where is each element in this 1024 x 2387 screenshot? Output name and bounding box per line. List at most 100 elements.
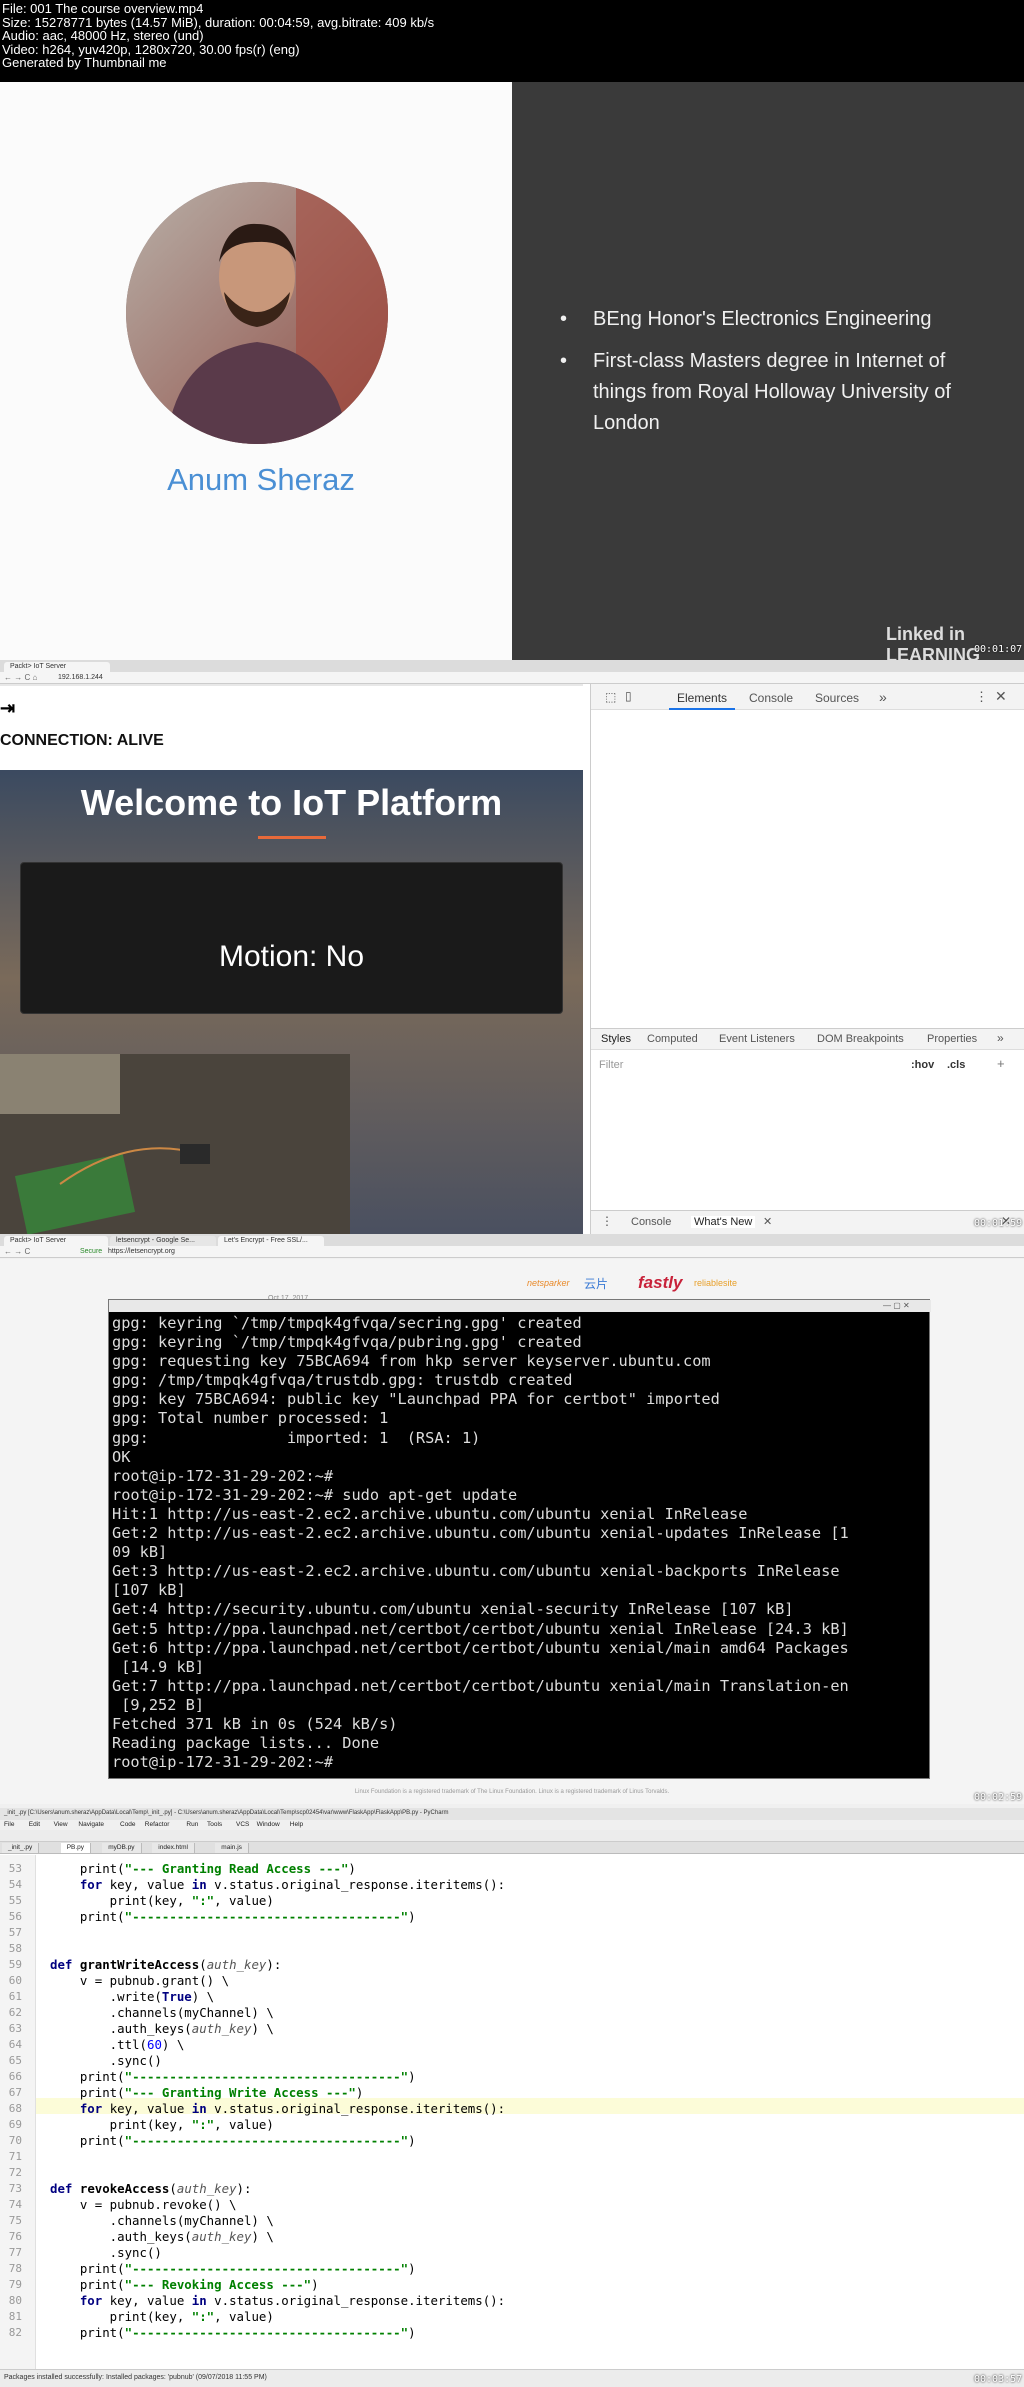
code-line[interactable]: .write(True) \ bbox=[50, 1989, 214, 2005]
sponsor-reliablesite[interactable]: reliablesite bbox=[694, 1278, 737, 1288]
code-line[interactable]: print("---------------------------------… bbox=[50, 2133, 416, 2149]
code-line[interactable]: print("--- Granting Write Access ---") bbox=[50, 2085, 364, 2101]
menu-item[interactable]: Window bbox=[257, 1821, 280, 1828]
menu-item[interactable]: View bbox=[54, 1821, 68, 1828]
browser-tab[interactable]: Packt> IoT Server bbox=[4, 662, 110, 672]
code-line[interactable]: print("---------------------------------… bbox=[50, 2069, 416, 2085]
menu-item[interactable]: Help bbox=[290, 1821, 303, 1828]
nav-arrows-icon[interactable]: ← → C ⌂ bbox=[4, 673, 37, 682]
line-number: 53 bbox=[8, 1862, 22, 1875]
styles-tab[interactable]: Styles bbox=[601, 1033, 631, 1045]
terminal-titlebar: — ▢ ✕ bbox=[109, 1300, 931, 1312]
browser-tab-strip: Packt> IoT Server bbox=[0, 660, 1024, 672]
code-line[interactable]: print("---------------------------------… bbox=[50, 2325, 416, 2341]
code-line[interactable]: for key, value in v.status.original_resp… bbox=[50, 1877, 505, 1893]
menu-item[interactable]: Tools bbox=[207, 1821, 222, 1828]
code-line[interactable]: print("---------------------------------… bbox=[50, 2261, 416, 2277]
file-tab[interactable]: index.html bbox=[152, 1843, 195, 1853]
code-line[interactable]: .sync() bbox=[50, 2053, 162, 2069]
hov-toggle[interactable]: :hov bbox=[911, 1059, 934, 1071]
devtools-tab-elements[interactable]: Elements bbox=[677, 691, 727, 705]
file-tab[interactable]: _init_.py bbox=[2, 1843, 40, 1853]
code-line[interactable]: v = pubnub.grant() \ bbox=[50, 1973, 229, 1989]
terminal-line: Reading package lists... Done bbox=[112, 1734, 380, 1753]
terminal-line: root@ip-172-31-29-202:~# bbox=[112, 1466, 334, 1485]
code-line[interactable]: v = pubnub.revoke() \ bbox=[50, 2197, 237, 2213]
line-number: 61 bbox=[8, 1990, 22, 2003]
properties-tab[interactable]: Properties bbox=[927, 1033, 977, 1045]
code-line[interactable]: print(key, ":", value) bbox=[50, 2309, 274, 2325]
code-line[interactable]: .sync() bbox=[50, 2245, 162, 2261]
terminal-line: root@ip-172-31-29-202:~# bbox=[112, 1753, 343, 1772]
terminal-line: Get:6 http://ppa.launchpad.net/certbot/c… bbox=[112, 1638, 849, 1657]
add-rule-icon[interactable]: + bbox=[997, 1056, 1005, 1071]
code-line[interactable]: .auth_keys(auth_key) \ bbox=[50, 2021, 274, 2037]
code-line[interactable]: print(key, ":", value) bbox=[50, 1893, 274, 1909]
inspect-icon[interactable]: ⬚ bbox=[605, 690, 616, 704]
drawer-tab-console[interactable]: Console bbox=[631, 1216, 671, 1228]
code-line[interactable]: .channels(myChannel) \ bbox=[50, 2213, 274, 2229]
close-tab-icon[interactable]: ✕ bbox=[763, 1215, 772, 1228]
line-number: 67 bbox=[8, 2086, 22, 2099]
code-line[interactable]: .ttl(60) \ bbox=[50, 2037, 185, 2053]
drawer-tab-whats-new[interactable]: What's New bbox=[691, 1216, 756, 1228]
styles-filter-input[interactable]: Filter bbox=[599, 1059, 623, 1071]
drawer-menu-icon[interactable]: ⋮ bbox=[601, 1214, 613, 1228]
device-toggle-icon[interactable]: ▯ bbox=[625, 689, 632, 703]
ide-menu-bar: File Edit View Navigate Code Refactor Run Tools… bbox=[0, 1820, 1024, 1830]
iot-page: ⇥ CONNECTION: ALIVE Welcome to IoT Platf… bbox=[0, 684, 583, 1234]
code-line[interactable]: def revokeAccess(auth_key): bbox=[50, 2181, 251, 2197]
active-tab-underline bbox=[669, 708, 735, 710]
menu-item[interactable]: Edit bbox=[29, 1821, 40, 1828]
video-line: Video: h264, yuv420p, 1280x720, 30.00 fp… bbox=[2, 41, 300, 57]
code-line[interactable]: .channels(myChannel) \ bbox=[50, 2005, 274, 2021]
more-style-tabs-icon[interactable]: » bbox=[997, 1031, 1004, 1045]
nav-arrows-icon[interactable]: ← → C bbox=[4, 1247, 30, 1256]
logout-icon[interactable]: ⇥ bbox=[0, 698, 15, 719]
code-line[interactable]: for key, value in v.status.original_resp… bbox=[50, 2101, 505, 2117]
file-tab[interactable]: PB.py bbox=[60, 1843, 92, 1853]
code-line[interactable]: for key, value in v.status.original_resp… bbox=[50, 2293, 505, 2309]
computed-tab[interactable]: Computed bbox=[647, 1033, 698, 1045]
browser-tab[interactable]: Let's Encrypt - Free SSL/... bbox=[218, 1236, 324, 1246]
menu-item[interactable]: Run bbox=[186, 1821, 198, 1828]
terminal-line: gpg: Total number processed: 1 bbox=[112, 1409, 389, 1428]
code-line[interactable]: print("--- Revoking Access ---") bbox=[50, 2277, 319, 2293]
close-devtools-icon[interactable]: ✕ bbox=[995, 688, 1007, 705]
code-line[interactable]: .auth_keys(auth_key) \ bbox=[50, 2229, 274, 2245]
sponsor-fastly[interactable]: fastly bbox=[638, 1273, 682, 1293]
menu-item[interactable]: VCS bbox=[236, 1821, 249, 1828]
terminal-line: Get:4 http://security.ubuntu.com/ubuntu … bbox=[112, 1600, 794, 1619]
code-line[interactable]: print("--- Granting Read Access ---") bbox=[50, 1861, 356, 1877]
window-controls-icon[interactable]: — ▢ ✕ bbox=[883, 1301, 910, 1310]
browser-tab[interactable]: Packt> IoT Server bbox=[4, 1236, 108, 1246]
address-url[interactable]: 192.168.1.244 bbox=[58, 674, 103, 681]
more-tabs-icon[interactable]: » bbox=[879, 689, 887, 705]
devtools-tab-sources[interactable]: Sources bbox=[815, 691, 859, 705]
code-line[interactable]: print("---------------------------------… bbox=[50, 1909, 416, 1925]
instructor-photo bbox=[126, 182, 388, 444]
code-line[interactable]: def grantWriteAccess(auth_key): bbox=[50, 1957, 281, 1973]
code-line[interactable]: print(key, ":", value) bbox=[50, 2117, 274, 2133]
bullet-dot: • bbox=[560, 308, 568, 330]
dom-breakpoints-tab[interactable]: DOM Breakpoints bbox=[817, 1033, 904, 1045]
event-listeners-tab[interactable]: Event Listeners bbox=[719, 1033, 795, 1045]
menu-item[interactable]: Code bbox=[120, 1821, 136, 1828]
file-tab[interactable]: main.js bbox=[215, 1843, 249, 1853]
sponsor-yunpian[interactable]: 云片 bbox=[584, 1275, 608, 1292]
slide-left-panel: Anum Sheraz bbox=[0, 82, 512, 660]
menu-item[interactable]: File bbox=[4, 1821, 14, 1828]
menu-item[interactable]: Navigate bbox=[78, 1821, 104, 1828]
file-tab[interactable]: myDB.py bbox=[102, 1843, 142, 1853]
terminal-line: Get:7 http://ppa.launchpad.net/certbot/c… bbox=[112, 1676, 849, 1695]
sponsor-netsparker[interactable]: netsparker bbox=[527, 1278, 570, 1288]
menu-item[interactable]: Refactor bbox=[145, 1821, 170, 1828]
bullet-text: BEng Honor's Electronics Engineering bbox=[593, 308, 932, 330]
devtools-tab-console[interactable]: Console bbox=[749, 691, 793, 705]
kebab-menu-icon[interactable]: ⋮ bbox=[975, 689, 988, 705]
cls-toggle[interactable]: .cls bbox=[947, 1059, 965, 1071]
line-number: 65 bbox=[8, 2054, 22, 2067]
browser-tab[interactable]: letsencrypt - Google Se... bbox=[110, 1236, 216, 1246]
address-url[interactable]: https://letsencrypt.org bbox=[108, 1248, 175, 1255]
instructor-name: Anum Sheraz bbox=[167, 462, 355, 497]
